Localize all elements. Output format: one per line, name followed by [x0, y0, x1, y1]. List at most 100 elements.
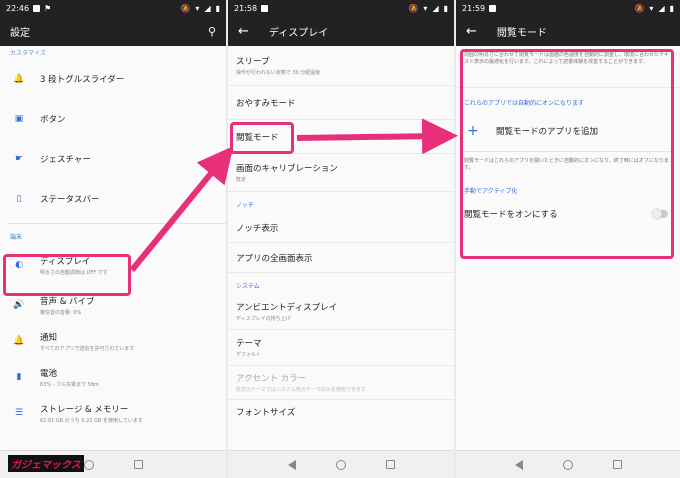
wifi-icon: ▾ — [423, 3, 428, 13]
speaker-icon: 🔊 — [13, 300, 25, 310]
settings-item-notifications[interactable]: 🔔 通知すべてのアプリで送信を許可されています — [0, 323, 226, 359]
back-button[interactable] — [514, 459, 523, 470]
bell-icon: 🔔 — [13, 74, 25, 84]
item-sub: すべてのアプリで送信を許可されています — [40, 345, 135, 352]
wifi-icon: ▾ — [195, 3, 200, 13]
nav-bar — [228, 450, 454, 478]
display-item-fullscreen-apps[interactable]: アプリの全画面表示 — [228, 243, 454, 273]
nav-bar — [456, 450, 680, 478]
search-icon[interactable]: ⚲ — [208, 25, 216, 38]
signal-icon: ◢ — [204, 3, 211, 13]
item-label: ストレージ & メモリー — [40, 404, 129, 415]
display-item-theme[interactable]: テーマ デフォルト — [228, 330, 454, 366]
settings-item-battery[interactable]: ▮ 電池 63% - フル充電まで 58m — [0, 359, 226, 395]
back-arrow-icon[interactable]: ← — [466, 24, 477, 39]
signal-icon: ◢ — [432, 3, 439, 13]
image-notification-icon — [33, 4, 41, 12]
battery-status-icon: ▮ — [669, 3, 674, 13]
settings-item-buttons[interactable]: ▣ ボタン — [0, 99, 226, 139]
page-title: ディスプレイ — [268, 27, 329, 39]
status-bar: 22:46 ⚑ 🔕 ▾ ◢ ▮ — [0, 0, 226, 16]
display-item-night-mode[interactable]: おやすみモード — [228, 86, 454, 120]
item-label: スリープ — [236, 57, 270, 67]
item-label: おやすみモード — [236, 98, 296, 109]
display-screen: 21:58 🔕 ▾ ◢ ▮ ← ディスプレイ スリープ 操作が行われない状態で 30 … — [228, 0, 454, 478]
item-label: ジェスチャー — [40, 155, 91, 165]
item-label: アプリの全画面表示 — [236, 253, 313, 264]
display-item-ambient[interactable]: アンビエントディスプレイ ディスプレイの持ち上げ — [228, 294, 454, 330]
item-label: 画面のキャリブレーション — [236, 164, 338, 174]
highlight-box-reading-mode — [230, 122, 294, 154]
battery-icon: ▮ — [16, 372, 22, 382]
page-title: 閲覧モード — [496, 27, 547, 39]
section-system: システム — [236, 283, 260, 290]
settings-screen: 22:46 ⚑ 🔕 ▾ ◢ ▮ 設定 ⚲ カスタマイズ 🔔 3 段トグルスライダー ▣ … — [0, 0, 226, 478]
status-time: 22:46 — [6, 3, 30, 13]
recents-button[interactable] — [612, 460, 622, 469]
item-label: 音声 & バイブ — [40, 296, 95, 307]
item-sub: 既定 — [236, 177, 247, 183]
mute-icon: 🔕 — [180, 3, 191, 13]
item-sub: 着信音の音量: 0% — [40, 309, 82, 316]
item-sub: ディスプレイの持ち上げ — [236, 316, 291, 322]
display-item-font-size[interactable]: フォントサイズ — [228, 400, 454, 424]
display-item-accent-color: アクセント カラー 既定のテーマではシステム色のテーマのみを使用できます — [228, 366, 454, 400]
recents-button[interactable] — [133, 460, 143, 469]
item-label: フォントサイズ — [236, 408, 296, 418]
item-label: アンビエントディスプレイ — [236, 303, 338, 313]
item-label: アクセント カラー — [236, 374, 307, 384]
image-notification-icon — [489, 4, 497, 12]
item-label: ノッチ表示 — [236, 223, 279, 234]
battery-status-icon: ▮ — [215, 3, 220, 13]
settings-item-storage[interactable]: ☰ ストレージ & メモリー 62.01 GB のうち 5.22 GB を使用して… — [0, 395, 226, 431]
item-label: 3 段トグルスライダー — [40, 75, 125, 85]
highlight-box-reading-settings — [460, 49, 674, 259]
status-bar: 21:58 🔕 ▾ ◢ ▮ — [228, 0, 454, 16]
settings-item-statusbar[interactable]: ▯ ステータスバー — [0, 179, 226, 219]
settings-item-toggle-slider[interactable]: 🔔 3 段トグルスライダー — [0, 59, 226, 99]
back-arrow-icon[interactable]: ← — [238, 24, 249, 39]
mute-icon: 🔕 — [408, 3, 419, 13]
item-label: ボタン — [40, 115, 66, 125]
item-label: テーマ — [236, 339, 262, 349]
item-label: 通知 — [40, 332, 58, 343]
storage-icon: ☰ — [14, 408, 24, 418]
section-device: 端末 — [10, 234, 23, 241]
home-button[interactable] — [335, 459, 346, 470]
button-icon: ▣ — [14, 114, 24, 124]
back-button[interactable] — [287, 459, 296, 470]
page-title: 設定 — [10, 27, 30, 39]
item-sub: デフォルト — [236, 352, 262, 358]
statusbar-icon: ▯ — [16, 194, 22, 204]
recents-button[interactable] — [385, 460, 395, 469]
status-bar: 21:59 🔕 ▾ ◢ ▮ — [456, 0, 680, 16]
section-customize: カスタマイズ — [10, 50, 46, 57]
highlight-box-display — [3, 254, 131, 296]
item-sub: 操作が行われない状態で 30 分経過後 — [236, 70, 321, 76]
status-time: 21:58 — [234, 3, 258, 13]
display-item-calibration[interactable]: 画面のキャリブレーション 既定 — [228, 154, 454, 192]
home-button[interactable] — [562, 459, 573, 470]
section-notch: ノッチ — [236, 202, 254, 209]
reading-mode-screen: 21:59 🔕 ▾ ◢ ▮ ← 閲覧モード 周囲の明るさに合わせて閲覧モードは画面の色… — [456, 0, 680, 478]
item-label: 電池 — [40, 368, 58, 379]
item-sub: 63% - フル充電まで 58m — [40, 381, 99, 388]
item-sub: 既定のテーマではシステム色のテーマのみを使用できます — [236, 387, 366, 393]
app-bar: ← ディスプレイ — [228, 16, 454, 46]
display-item-notch[interactable]: ノッチ表示 — [228, 213, 454, 243]
battery-status-icon: ▮ — [443, 3, 448, 13]
mute-icon: 🔕 — [634, 3, 645, 13]
settings-item-gestures[interactable]: ☛ ジェスチャー — [0, 139, 226, 179]
home-button[interactable] — [83, 459, 94, 470]
item-sub: 62.01 GB のうち 5.22 GB を使用しています — [40, 417, 143, 424]
gesture-icon: ☛ — [14, 154, 24, 164]
app-bar: 設定 ⚲ — [0, 16, 226, 46]
flag-notification-icon: ⚑ — [44, 3, 52, 13]
status-time: 21:59 — [462, 3, 486, 13]
image-notification-icon — [261, 4, 269, 12]
wifi-icon: ▾ — [649, 3, 654, 13]
item-label: ステータスバー — [40, 195, 100, 205]
notification-icon: 🔔 — [13, 336, 25, 346]
logo: ガジェマックス — [8, 455, 84, 472]
display-item-sleep[interactable]: スリープ 操作が行われない状態で 30 分経過後 — [228, 46, 454, 86]
